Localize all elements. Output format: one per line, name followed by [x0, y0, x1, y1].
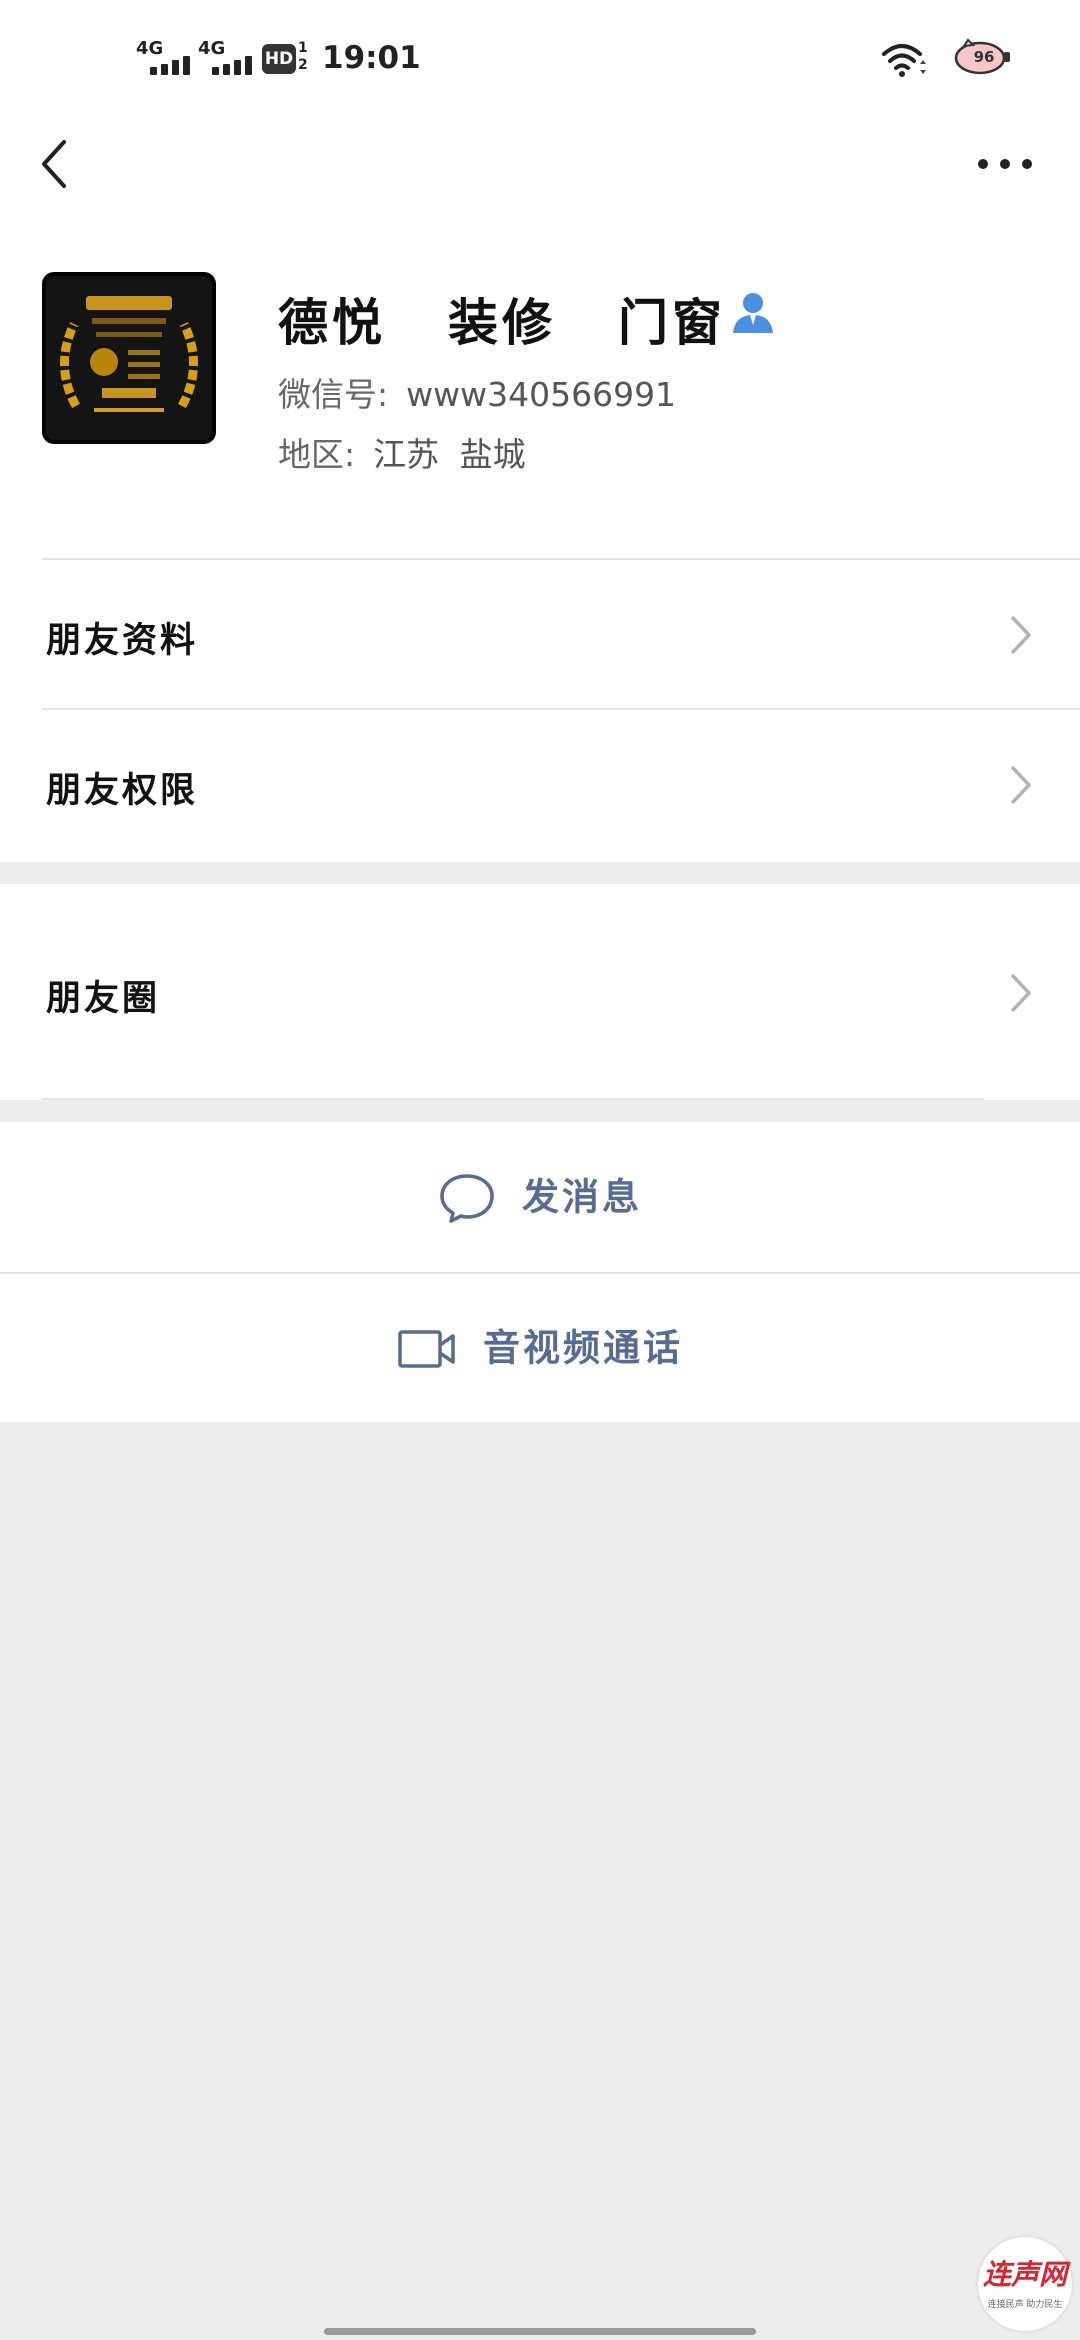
row-label: 朋友资料 — [46, 621, 199, 661]
more-options-button[interactable] — [976, 152, 1034, 176]
region-line: 地区: 江苏 盐城 — [278, 428, 526, 476]
hd-sim-number: 1 2 — [298, 40, 308, 73]
video-call-button[interactable]: 音视频通话 — [0, 1274, 1080, 1422]
watermark-subtext: 连接民声 助力民生 — [987, 2300, 1063, 2310]
sim1-signal-icon — [150, 56, 190, 75]
region-label: 地区: — [278, 435, 356, 474]
avatar-logo-image — [46, 276, 212, 440]
row-friend-profile[interactable]: 朋友资料 — [0, 560, 1080, 710]
name-part: 装修 — [448, 294, 556, 352]
status-bar: 4G 4G HD 1 2 19:01 96 — [0, 0, 1080, 110]
home-indicator[interactable] — [324, 2328, 756, 2335]
watermark-text: 连声网 — [982, 2258, 1067, 2291]
avatar[interactable] — [42, 272, 216, 444]
row-label: 朋友权限 — [46, 771, 199, 811]
video-camera-icon — [398, 1329, 455, 1368]
row-label: 朋友圈 — [46, 979, 161, 1019]
friend-person-icon — [733, 293, 773, 333]
chevron-right-icon — [1011, 616, 1031, 654]
video-call-label: 音视频通话 — [483, 1326, 683, 1370]
sim2-signal-icon — [212, 56, 252, 75]
chat-bubble-icon — [440, 1173, 494, 1223]
wechat-id-line: 微信号: www340566991 — [278, 368, 676, 416]
watermark-logo: 连声网 连接民声 助力民生 — [978, 2237, 1072, 2331]
battery-level: 96 — [973, 48, 995, 66]
wechat-id-value: www340566991 — [406, 375, 677, 414]
row-moments[interactable]: 朋友圈 — [0, 884, 1080, 1100]
send-message-label: 发消息 — [522, 1175, 642, 1219]
name-part: 门窗 — [618, 294, 726, 352]
name-part: 德悦 — [278, 294, 386, 352]
divider — [42, 1098, 984, 1100]
chevron-right-icon — [1011, 766, 1031, 804]
clock: 19:01 — [322, 40, 421, 76]
region-value: 江苏 盐城 — [373, 435, 526, 474]
chevron-right-icon — [1011, 974, 1031, 1012]
wechat-id-label: 微信号: — [278, 375, 389, 414]
back-button[interactable] — [36, 138, 72, 190]
wifi-icon — [882, 44, 926, 77]
hd-icon: HD — [262, 44, 296, 74]
contact-name: 德悦 装修 门窗 — [278, 283, 734, 355]
row-friend-permissions[interactable]: 朋友权限 — [0, 710, 1080, 860]
send-message-button[interactable]: 发消息 — [0, 1122, 1080, 1272]
